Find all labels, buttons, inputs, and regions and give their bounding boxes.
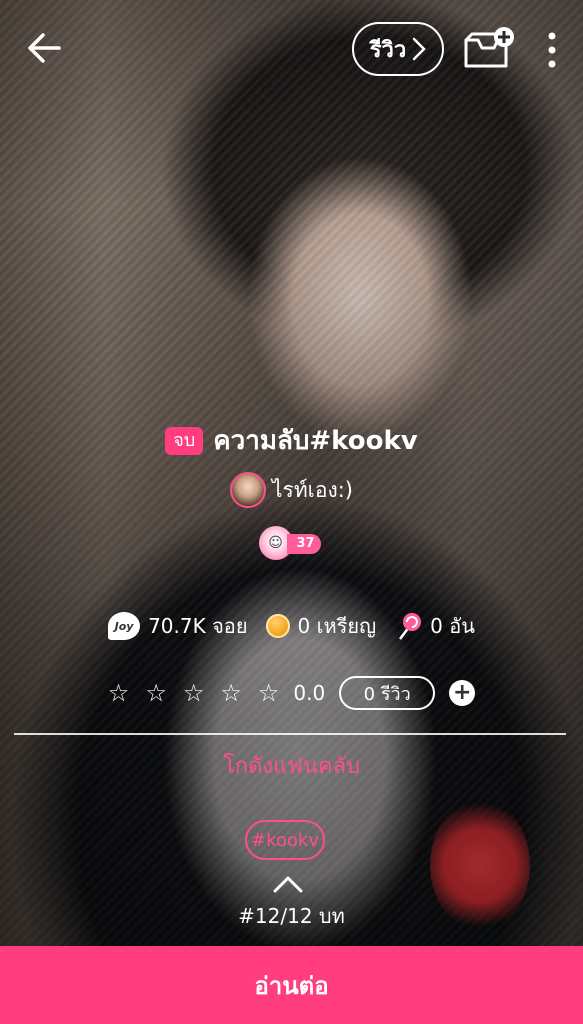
star-icon[interactable]: ☆ [220, 679, 242, 707]
stats-row: Joy 70.7K จอย 0 เหรียญ 0 อัน [0, 610, 583, 642]
coin-icon [265, 614, 290, 638]
candy-icon [399, 613, 422, 640]
author-avatar[interactable] [230, 472, 266, 508]
author-row[interactable]: ไรท์เอง:) [0, 472, 583, 508]
chapter-count: #12/12 บท [238, 904, 345, 928]
star-icon[interactable]: ☆ [258, 679, 280, 707]
story-title: ความลับ#kookv [213, 426, 418, 456]
author-level-badge: ☺ 37 [258, 526, 325, 560]
level-row: ☺ 37 [0, 526, 583, 560]
stat-candy: 0 อัน [394, 610, 475, 642]
rating-row: ☆ ☆ ☆ ☆ ☆ 0.0 0 รีวิว + [0, 676, 583, 710]
star-icon[interactable]: ☆ [145, 679, 167, 707]
hashtag-label: #kookv [251, 829, 319, 851]
divider [14, 733, 566, 735]
stat-joy: Joy 70.7K จอย [108, 610, 248, 642]
hashtag-chip[interactable]: #kookv [245, 820, 325, 860]
joy-icon: Joy [108, 612, 141, 640]
coin-count: 0 เหรียญ [297, 614, 377, 638]
star-rating[interactable]: ☆ ☆ ☆ ☆ ☆ [108, 679, 280, 707]
back-arrow-icon[interactable] [26, 30, 62, 66]
rating-score: 0.0 [293, 681, 326, 705]
chevron-right-icon [413, 37, 427, 61]
status-badge: จบ [165, 426, 204, 455]
review-button[interactable]: รีวิว [352, 22, 444, 76]
add-review-plus-icon[interactable]: + [449, 680, 476, 706]
level-number: 37 [286, 534, 321, 554]
joy-count: 70.7K จอย [148, 614, 248, 638]
inbox-add-icon[interactable] [462, 26, 516, 72]
star-icon[interactable]: ☆ [108, 679, 130, 707]
chevron-up-icon[interactable] [272, 874, 304, 894]
review-button-label: รีวิว [369, 37, 407, 63]
title-row: จบ ความลับ#kookv [0, 420, 583, 461]
continue-reading-button[interactable]: อ่านต่อ [0, 946, 583, 1024]
star-icon[interactable]: ☆ [183, 679, 205, 707]
fanclub-link[interactable]: โกดังแฟนคลับ [0, 748, 583, 783]
review-count-label: 0 รีวิว [363, 683, 411, 705]
continue-reading-label: อ่านต่อ [254, 972, 329, 1000]
author-name[interactable]: ไรท์เอง:) [272, 474, 353, 507]
candy-count: 0 อัน [430, 614, 475, 638]
stat-coins: 0 เหรียญ [265, 610, 377, 642]
review-count-button[interactable]: 0 รีวิว [339, 676, 436, 710]
more-vertical-icon[interactable] [540, 30, 564, 70]
